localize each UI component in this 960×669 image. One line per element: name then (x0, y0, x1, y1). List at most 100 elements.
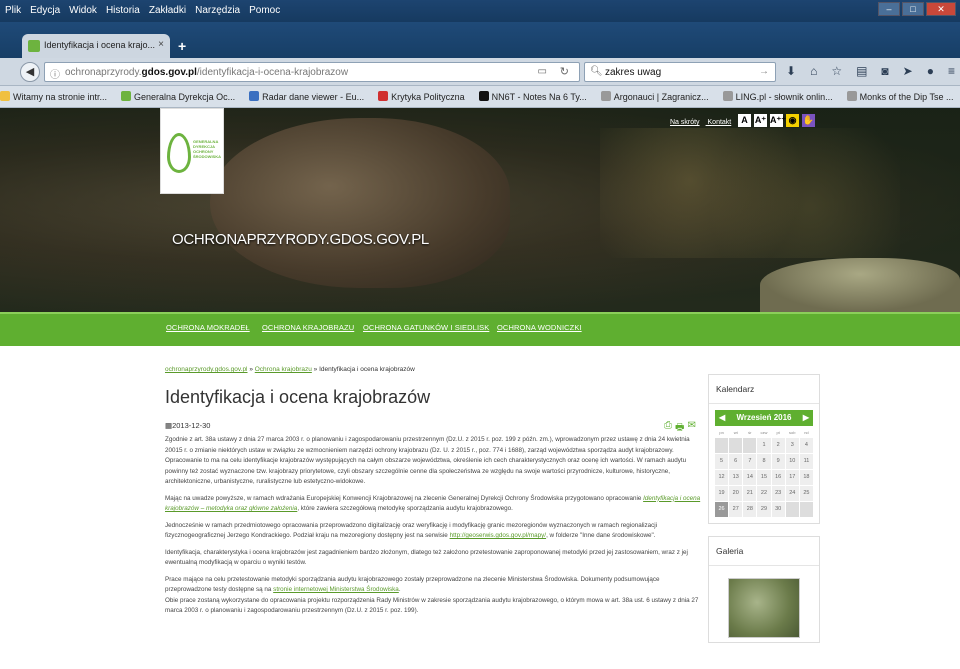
bookmark-item[interactable]: NN6T - Notes Na 6 Ty... (478, 91, 587, 102)
font-large-button[interactable]: A⁺ (754, 114, 767, 127)
bookmark-favicon-icon (121, 91, 132, 101)
menu-item-3[interactable]: Historia (106, 5, 140, 16)
library-icon[interactable]: ▤ (856, 64, 867, 78)
calendar-day[interactable]: 7 (743, 454, 757, 469)
calendar-day[interactable]: 11 (799, 454, 813, 469)
calendar-day[interactable]: 10 (785, 454, 799, 469)
menu-icon[interactable]: ≡ (948, 64, 955, 78)
prev-month-icon[interactable]: ◀ (719, 410, 725, 426)
bookmark-item[interactable]: Generalna Dyrekcja Oc... (121, 91, 235, 102)
reload-icon[interactable]: ↻ (560, 65, 569, 78)
url-bar[interactable]: ⓘ ochronaprzyrody.gdos.gov.pl/identyfika… (44, 62, 580, 82)
menu-item-0[interactable]: Plik (5, 5, 21, 16)
menu-item-5[interactable]: Narzędzia (195, 5, 240, 16)
calendar-day[interactable]: 28 (743, 502, 757, 517)
back-button[interactable]: ◀ (20, 62, 40, 82)
home-icon[interactable]: ⌂ (810, 64, 817, 78)
sidebar: Kalendarz ◀ Wrzesień 2016 ▶ pn wt śr czw pt s… (708, 374, 820, 655)
calendar-day[interactable]: 26 (715, 502, 729, 517)
calendar-day[interactable]: 21 (743, 486, 757, 501)
ministry-link[interactable]: stronie internetowej Ministerstwa Środow… (273, 586, 399, 593)
send-icon[interactable]: ➤ (903, 64, 913, 78)
calendar-day[interactable]: 6 (729, 454, 743, 469)
calendar-day[interactable]: 25 (799, 486, 813, 501)
pocket-icon[interactable]: ◙ (881, 64, 888, 78)
calendar-day[interactable]: 29 (757, 502, 771, 517)
calendar-day[interactable]: 12 (715, 470, 729, 485)
nav-ochrona-wodniczki[interactable]: OCHRONA WODNICZKI (497, 323, 582, 332)
font-normal-button[interactable]: A (738, 114, 751, 127)
nav-ochrona-krajobrazu[interactable]: OCHRONA KRAJOBRAZU (262, 323, 354, 332)
menu-item-4[interactable]: Zakładki (149, 5, 186, 16)
site-identity-icon[interactable]: ⓘ (50, 66, 60, 81)
leaf-icon (167, 133, 191, 173)
bookmarks-toolbar: Witamy na stronie intr... Generalna Dyrek… (0, 86, 960, 108)
search-go-icon[interactable]: → (759, 66, 769, 77)
url-domain: gdos.gov.pl (141, 67, 197, 78)
breadcrumb-home[interactable]: ochronaprzyrody.gdos.gov.pl (165, 366, 248, 373)
calendar-day[interactable]: 22 (757, 486, 771, 501)
bookmark-item[interactable]: LING.pl - słownik onlin... (722, 91, 833, 102)
sign-language-icon[interactable]: ✋ (802, 114, 815, 127)
menu-item-1[interactable]: Edycja (30, 5, 60, 16)
geoserwis-link[interactable]: http://geoserwis.gdos.gov.pl/mapy/ (450, 532, 547, 539)
nav-ochrona-gatunkow[interactable]: OCHRONA GATUNKÓW I SIEDLISK (363, 323, 489, 332)
paragraph-5-text: Prace mające na celu przetestowanie meto… (165, 575, 660, 594)
calendar-day[interactable]: 19 (715, 486, 729, 501)
calendar-day[interactable]: 4 (799, 438, 813, 453)
search-bar[interactable]: 🔍︎ zakres uwag → (584, 62, 776, 82)
tab-close-icon[interactable]: × (158, 39, 164, 50)
active-tab[interactable]: Identyfikacja i ocena krajo... × (22, 34, 170, 58)
calendar-day[interactable]: 1 (757, 438, 771, 453)
breadcrumb-section[interactable]: Ochrona krajobrazu (255, 366, 312, 373)
calendar-day[interactable]: 17 (785, 470, 799, 485)
menu-bar: Plik Edycja Widok Historia Zakładki Narzędzia… (0, 0, 960, 22)
calendar-day[interactable]: 24 (785, 486, 799, 501)
gallery-image[interactable] (728, 578, 800, 638)
calendar-day[interactable]: 16 (771, 470, 785, 485)
calendar-title: Kalendarz (709, 375, 819, 404)
maximize-button[interactable]: □ (902, 2, 924, 16)
calendar-weekday: pt (771, 429, 785, 437)
calendar-day[interactable]: 30 (771, 502, 785, 517)
calendar-day (785, 502, 799, 517)
menu-item-6[interactable]: Pomoc (249, 5, 280, 16)
bookmark-item[interactable]: Krytyka Polityczna (378, 91, 465, 102)
calendar-day[interactable]: 15 (757, 470, 771, 485)
calendar-day[interactable]: 5 (715, 454, 729, 469)
close-window-button[interactable]: ✕ (926, 2, 956, 16)
calendar-day[interactable]: 18 (799, 470, 813, 485)
bookmark-item[interactable]: Witamy na stronie intr... (0, 91, 107, 102)
menu-item-2[interactable]: Widok (69, 5, 97, 16)
bookmark-item[interactable]: Monks of the Dip Tse ... (846, 91, 954, 102)
gdos-logo[interactable]: GENERALNA DYREKCJA OCHRONY ŚRODOWISKA (160, 108, 224, 194)
calendar-day[interactable]: 20 (729, 486, 743, 501)
calendar-grid: pn wt śr czw pt sob nd 1 2 3 4 5 6 7 8 9 10 11 12 13 14 15 16 1… (715, 429, 813, 517)
breadcrumb: ochronaprzyrody.gdos.gov.pl » Ochrona kr… (165, 366, 415, 373)
contact-link[interactable]: Kontakt (708, 119, 732, 126)
paragraph-6: Obie prace zostaną wykorzystane do oprac… (165, 596, 699, 615)
calendar-day[interactable]: 13 (729, 470, 743, 485)
reader-view-icon[interactable]: ▭ (538, 66, 547, 77)
calendar-day[interactable]: 8 (757, 454, 771, 469)
calendar-day[interactable]: 23 (771, 486, 785, 501)
shortcuts-link[interactable]: Na skróty (670, 119, 700, 126)
bookmark-star-icon[interactable]: ☆ (831, 64, 842, 78)
contrast-icon[interactable]: ◉ (786, 114, 799, 127)
minimize-button[interactable]: – (878, 2, 900, 16)
next-month-icon[interactable]: ▶ (803, 410, 809, 426)
new-tab-button[interactable]: + (178, 38, 186, 54)
calendar-day[interactable]: 2 (771, 438, 785, 453)
calendar-day[interactable]: 3 (785, 438, 799, 453)
calendar-day[interactable]: 9 (771, 454, 785, 469)
account-icon[interactable]: ● (927, 64, 934, 78)
calendar-day[interactable]: 14 (743, 470, 757, 485)
paragraph-2-text-end: , które zawiera szczegółową metodykę spo… (297, 505, 513, 512)
bookmark-favicon-icon (722, 91, 733, 101)
bookmark-item[interactable]: Argonauci | Zagranicz... (600, 91, 709, 102)
download-icon[interactable]: ⬇ (786, 64, 796, 78)
font-xlarge-button[interactable]: A⁺⁺ (770, 114, 786, 127)
calendar-day[interactable]: 27 (729, 502, 743, 517)
nav-ochrona-mokradel[interactable]: OCHRONA MOKRADEŁ (166, 323, 250, 332)
bookmark-item[interactable]: Radar dane viewer - Eu... (249, 91, 364, 102)
